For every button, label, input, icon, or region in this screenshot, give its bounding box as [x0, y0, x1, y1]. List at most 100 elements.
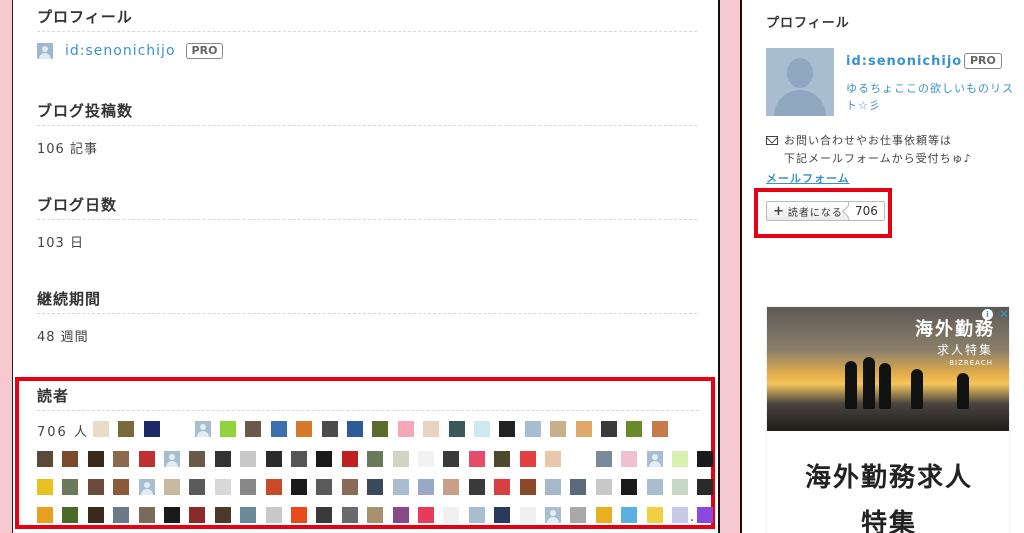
reader-avatar[interactable]	[113, 507, 130, 523]
reader-avatar[interactable]	[214, 479, 231, 495]
reader-avatar[interactable]	[240, 451, 257, 467]
reader-avatar[interactable]	[519, 451, 536, 467]
reader-avatar[interactable]	[118, 421, 135, 437]
reader-avatar[interactable]	[626, 421, 643, 437]
avatar[interactable]	[37, 43, 53, 59]
reader-avatar[interactable]	[62, 507, 79, 523]
reader-avatar[interactable]	[87, 479, 104, 495]
reader-avatar[interactable]	[347, 421, 363, 437]
reader-avatar[interactable]	[468, 479, 485, 495]
reader-avatar[interactable]	[595, 451, 612, 467]
reader-avatar[interactable]	[367, 507, 384, 523]
reader-avatar[interactable]	[189, 479, 206, 495]
reader-avatar[interactable]	[646, 507, 663, 523]
reader-avatar[interactable]	[423, 421, 440, 437]
user-id-link[interactable]: id:senonichijo	[65, 43, 176, 59]
reader-avatar[interactable]	[341, 507, 358, 523]
reader-avatar[interactable]	[646, 451, 663, 467]
reader-avatar[interactable]	[621, 451, 638, 467]
reader-avatar[interactable]	[468, 507, 485, 523]
reader-avatar[interactable]	[621, 479, 638, 495]
wishlist-link[interactable]: ゆるちょここの欲しいものリスト☆彡	[846, 80, 1018, 114]
reader-avatar[interactable]	[164, 479, 180, 495]
ad-info-icon[interactable]: i	[982, 309, 993, 320]
reader-avatar[interactable]	[418, 507, 434, 523]
reader-avatar[interactable]	[519, 479, 536, 495]
reader-avatar[interactable]	[443, 479, 460, 495]
reader-avatar[interactable]	[392, 479, 409, 495]
reader-avatar[interactable]	[397, 421, 414, 437]
reader-avatar[interactable]	[392, 451, 409, 467]
reader-avatar[interactable]	[220, 421, 236, 437]
reader-avatar[interactable]	[392, 507, 409, 523]
reader-avatar[interactable]	[296, 421, 313, 437]
reader-avatar[interactable]	[372, 421, 389, 437]
reader-avatar[interactable]	[291, 451, 307, 467]
subscribe-button[interactable]: + 読者になる	[766, 201, 850, 221]
reader-avatar[interactable]	[494, 479, 511, 495]
reader-avatar[interactable]	[265, 479, 282, 495]
reader-avatar[interactable]	[570, 507, 587, 523]
reader-avatar[interactable]	[570, 451, 587, 467]
reader-avatar[interactable]	[443, 451, 460, 467]
reader-avatar[interactable]	[240, 507, 257, 523]
reader-avatar[interactable]	[194, 421, 211, 437]
reader-avatar[interactable]	[87, 451, 104, 467]
reader-avatar[interactable]	[575, 421, 592, 437]
reader-avatar[interactable]	[37, 451, 53, 467]
ad-close-icon[interactable]: ✕	[999, 307, 1009, 321]
reader-avatar[interactable]	[545, 507, 561, 523]
reader-avatar[interactable]	[164, 451, 180, 467]
reader-avatar[interactable]	[601, 421, 617, 437]
reader-avatar[interactable]	[672, 507, 688, 523]
reader-avatar[interactable]	[138, 507, 155, 523]
advertisement[interactable]: 海外勤務 求人特集 BIZREACH i ✕ 海外勤務求人 特集	[766, 306, 1010, 533]
reader-avatar[interactable]	[651, 421, 668, 437]
reader-avatar[interactable]	[494, 451, 511, 467]
reader-avatar[interactable]	[245, 421, 262, 437]
reader-avatar[interactable]	[524, 421, 541, 437]
reader-avatar[interactable]	[164, 507, 180, 523]
reader-avatar[interactable]	[214, 507, 231, 523]
reader-avatar[interactable]	[87, 507, 104, 523]
reader-avatar[interactable]	[316, 507, 333, 523]
reader-avatar[interactable]	[367, 479, 384, 495]
reader-avatar[interactable]	[550, 421, 567, 437]
reader-avatar[interactable]	[93, 421, 109, 437]
reader-avatar[interactable]	[189, 507, 206, 523]
reader-avatar[interactable]	[113, 451, 130, 467]
reader-avatar[interactable]	[316, 451, 333, 467]
reader-avatar[interactable]	[697, 479, 714, 495]
reader-avatar[interactable]	[499, 421, 516, 437]
ad-image[interactable]: 海外勤務 求人特集 BIZREACH i ✕	[767, 307, 1009, 431]
reader-avatar[interactable]	[270, 421, 287, 437]
reader-avatar[interactable]	[418, 451, 434, 467]
reader-avatar[interactable]	[697, 451, 714, 467]
reader-avatar[interactable]	[474, 421, 490, 437]
reader-avatar[interactable]	[494, 507, 511, 523]
reader-avatar[interactable]	[367, 451, 384, 467]
reader-avatar[interactable]	[321, 421, 338, 437]
reader-avatar[interactable]	[291, 507, 307, 523]
reader-avatar[interactable]	[37, 479, 53, 495]
reader-avatar[interactable]	[265, 507, 282, 523]
reader-avatar[interactable]	[468, 451, 485, 467]
reader-avatar[interactable]	[214, 451, 231, 467]
reader-avatar[interactable]	[621, 507, 638, 523]
reader-avatar[interactable]	[448, 421, 465, 437]
reader-avatar[interactable]	[341, 451, 358, 467]
reader-avatar[interactable]	[291, 479, 307, 495]
reader-avatar[interactable]	[189, 451, 206, 467]
reader-avatar[interactable]	[113, 479, 130, 495]
reader-avatar[interactable]	[672, 451, 688, 467]
reader-avatar[interactable]	[143, 421, 160, 437]
reader-avatar[interactable]	[443, 507, 460, 523]
reader-avatar[interactable]	[570, 479, 587, 495]
sidebar-user-id-link[interactable]: id:senonichijo	[846, 54, 962, 69]
reader-avatar[interactable]	[265, 451, 282, 467]
reader-avatar[interactable]	[37, 507, 53, 523]
mail-form-link[interactable]: メールフォーム	[766, 170, 850, 186]
reader-avatar[interactable]	[418, 479, 434, 495]
reader-avatar[interactable]	[646, 479, 663, 495]
reader-avatar[interactable]	[595, 507, 612, 523]
